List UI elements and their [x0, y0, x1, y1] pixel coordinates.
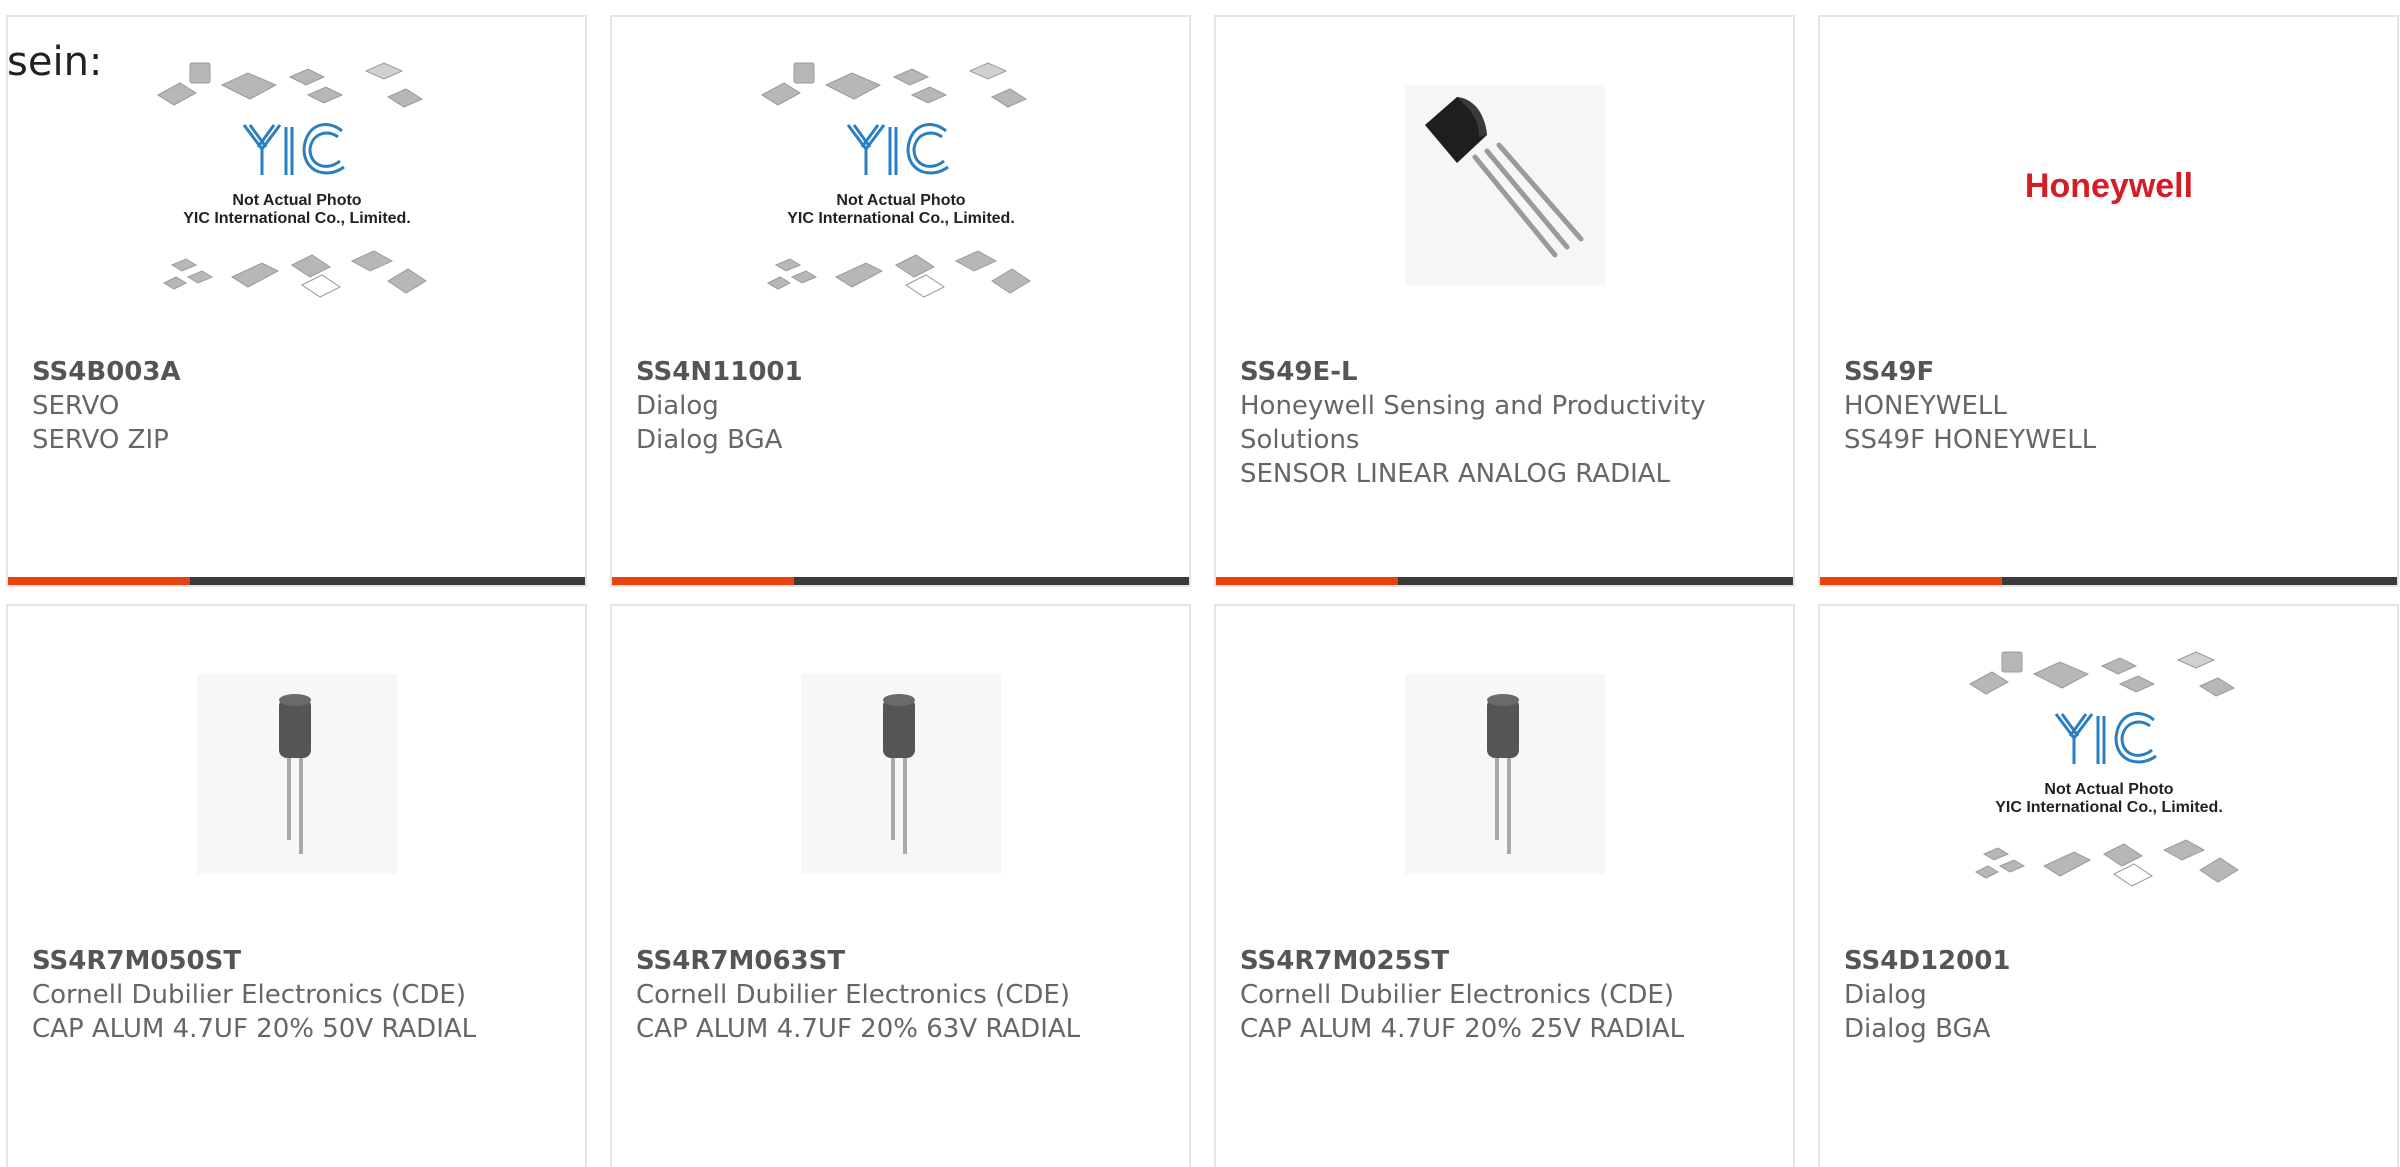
product-image[interactable]: [8, 606, 585, 941]
part-number-link[interactable]: SS4B003A: [32, 355, 565, 389]
product-image[interactable]: Not Actual Photo YIC International Co., …: [1820, 606, 2397, 941]
part-number-link[interactable]: SS4R7M063ST: [636, 944, 1169, 978]
capacitor-photo: [1404, 673, 1605, 874]
manufacturer: HONEYWELL: [1844, 391, 2007, 421]
card-footer-bar: [612, 577, 1189, 585]
capacitor-photo: [800, 673, 1001, 874]
part-number-link[interactable]: SS4R7M050ST: [32, 944, 565, 978]
honeywell-logo: Honeywell: [2024, 167, 2192, 205]
product-card[interactable]: Not Actual Photo YIC International Co., …: [6, 15, 587, 587]
product-card[interactable]: SS4R7M025ST Cornell Dubilier Electronics …: [1214, 604, 1795, 1167]
to92-sensor-photo: [1404, 84, 1605, 285]
description: CAP ALUM 4.7UF 20% 50V RADIAL: [32, 1014, 477, 1044]
card-footer-bar: [1216, 577, 1793, 585]
placeholder-photo: Not Actual Photo YIC International Co., …: [156, 61, 427, 298]
product-card[interactable]: SS4R7M050ST Cornell Dubilier Electronics …: [6, 604, 587, 1167]
svg-text:YIC International Co., Limited: YIC International Co., Limited.: [1995, 799, 2223, 816]
product-card[interactable]: Not Actual Photo YIC International Co., …: [1818, 604, 2399, 1167]
capacitor-photo: [196, 673, 397, 874]
placeholder-photo: Not Actual Photo YIC International Co., …: [760, 61, 1031, 298]
part-number-link[interactable]: SS4N11001: [636, 355, 1169, 389]
description: Dialog BGA: [636, 425, 783, 455]
description: Dialog BGA: [1844, 1014, 1991, 1044]
part-number-link[interactable]: SS49E-L: [1240, 355, 1773, 389]
product-image[interactable]: Not Actual Photo YIC International Co., …: [612, 17, 1189, 352]
product-info: SS49E-L Honeywell Sensing and Productivit…: [1240, 355, 1773, 491]
part-number-link[interactable]: SS4R7M025ST: [1240, 944, 1773, 978]
svg-text:Honeywell: Honeywell: [2024, 167, 2192, 205]
svg-text:YIC International Co., Limited: YIC International Co., Limited.: [183, 210, 411, 227]
manufacturer: SERVO: [32, 391, 120, 421]
placeholder-photo: Not Actual Photo YIC International Co., …: [1968, 650, 2239, 887]
manufacturer: Dialog: [1844, 980, 1927, 1010]
description: SS49F HONEYWELL: [1844, 425, 2097, 455]
product-image[interactable]: [1216, 606, 1793, 941]
svg-text:Not Actual Photo: Not Actual Photo: [232, 192, 361, 209]
card-footer-accent: [8, 577, 190, 585]
card-footer-accent: [1216, 577, 1398, 585]
product-card[interactable]: Not Actual Photo YIC International Co., …: [610, 15, 1191, 587]
product-info: SS4D12001 Dialog Dialog BGA: [1844, 944, 2377, 1046]
card-footer-accent: [1820, 577, 2002, 585]
svg-text:YIC International Co., Limited: YIC International Co., Limited.: [787, 210, 1015, 227]
product-card[interactable]: SS49E-L Honeywell Sensing and Productivit…: [1214, 15, 1795, 587]
product-image[interactable]: [612, 606, 1189, 941]
description: CAP ALUM 4.7UF 20% 25V RADIAL: [1240, 1014, 1685, 1044]
svg-text:Not Actual Photo: Not Actual Photo: [836, 192, 965, 209]
product-image[interactable]: [1216, 17, 1793, 352]
manufacturer: Honeywell Sensing and Productivity Solut…: [1240, 391, 1706, 455]
manufacturer: Cornell Dubilier Electronics (CDE): [1240, 980, 1674, 1010]
product-info: SS4N11001 Dialog Dialog BGA: [636, 355, 1169, 457]
product-info: SS49F HONEYWELL SS49F HONEYWELL: [1844, 355, 2377, 457]
card-footer-accent: [612, 577, 794, 585]
product-info: SS4R7M025ST Cornell Dubilier Electronics …: [1240, 944, 1773, 1046]
lead-text: sein:: [7, 39, 103, 85]
card-footer-bar: [8, 577, 585, 585]
description: SERVO ZIP: [32, 425, 169, 455]
product-info: SS4B003A SERVO SERVO ZIP: [32, 355, 565, 457]
part-number-link[interactable]: SS49F: [1844, 355, 2377, 389]
product-card[interactable]: Honeywell SS49F HONEYWELL SS49F HONEYWELL: [1818, 15, 2399, 587]
product-image[interactable]: Honeywell: [1820, 17, 2397, 352]
manufacturer: Cornell Dubilier Electronics (CDE): [32, 980, 466, 1010]
manufacturer: Dialog: [636, 391, 719, 421]
description: CAP ALUM 4.7UF 20% 63V RADIAL: [636, 1014, 1081, 1044]
manufacturer: Cornell Dubilier Electronics (CDE): [636, 980, 1070, 1010]
svg-text:Not Actual Photo: Not Actual Photo: [2044, 781, 2173, 798]
card-footer-bar: [1820, 577, 2397, 585]
product-info: SS4R7M063ST Cornell Dubilier Electronics …: [636, 944, 1169, 1046]
part-number-link[interactable]: SS4D12001: [1844, 944, 2377, 978]
product-info: SS4R7M050ST Cornell Dubilier Electronics …: [32, 944, 565, 1046]
description: SENSOR LINEAR ANALOG RADIAL: [1240, 459, 1671, 489]
product-card[interactable]: SS4R7M063ST Cornell Dubilier Electronics …: [610, 604, 1191, 1167]
